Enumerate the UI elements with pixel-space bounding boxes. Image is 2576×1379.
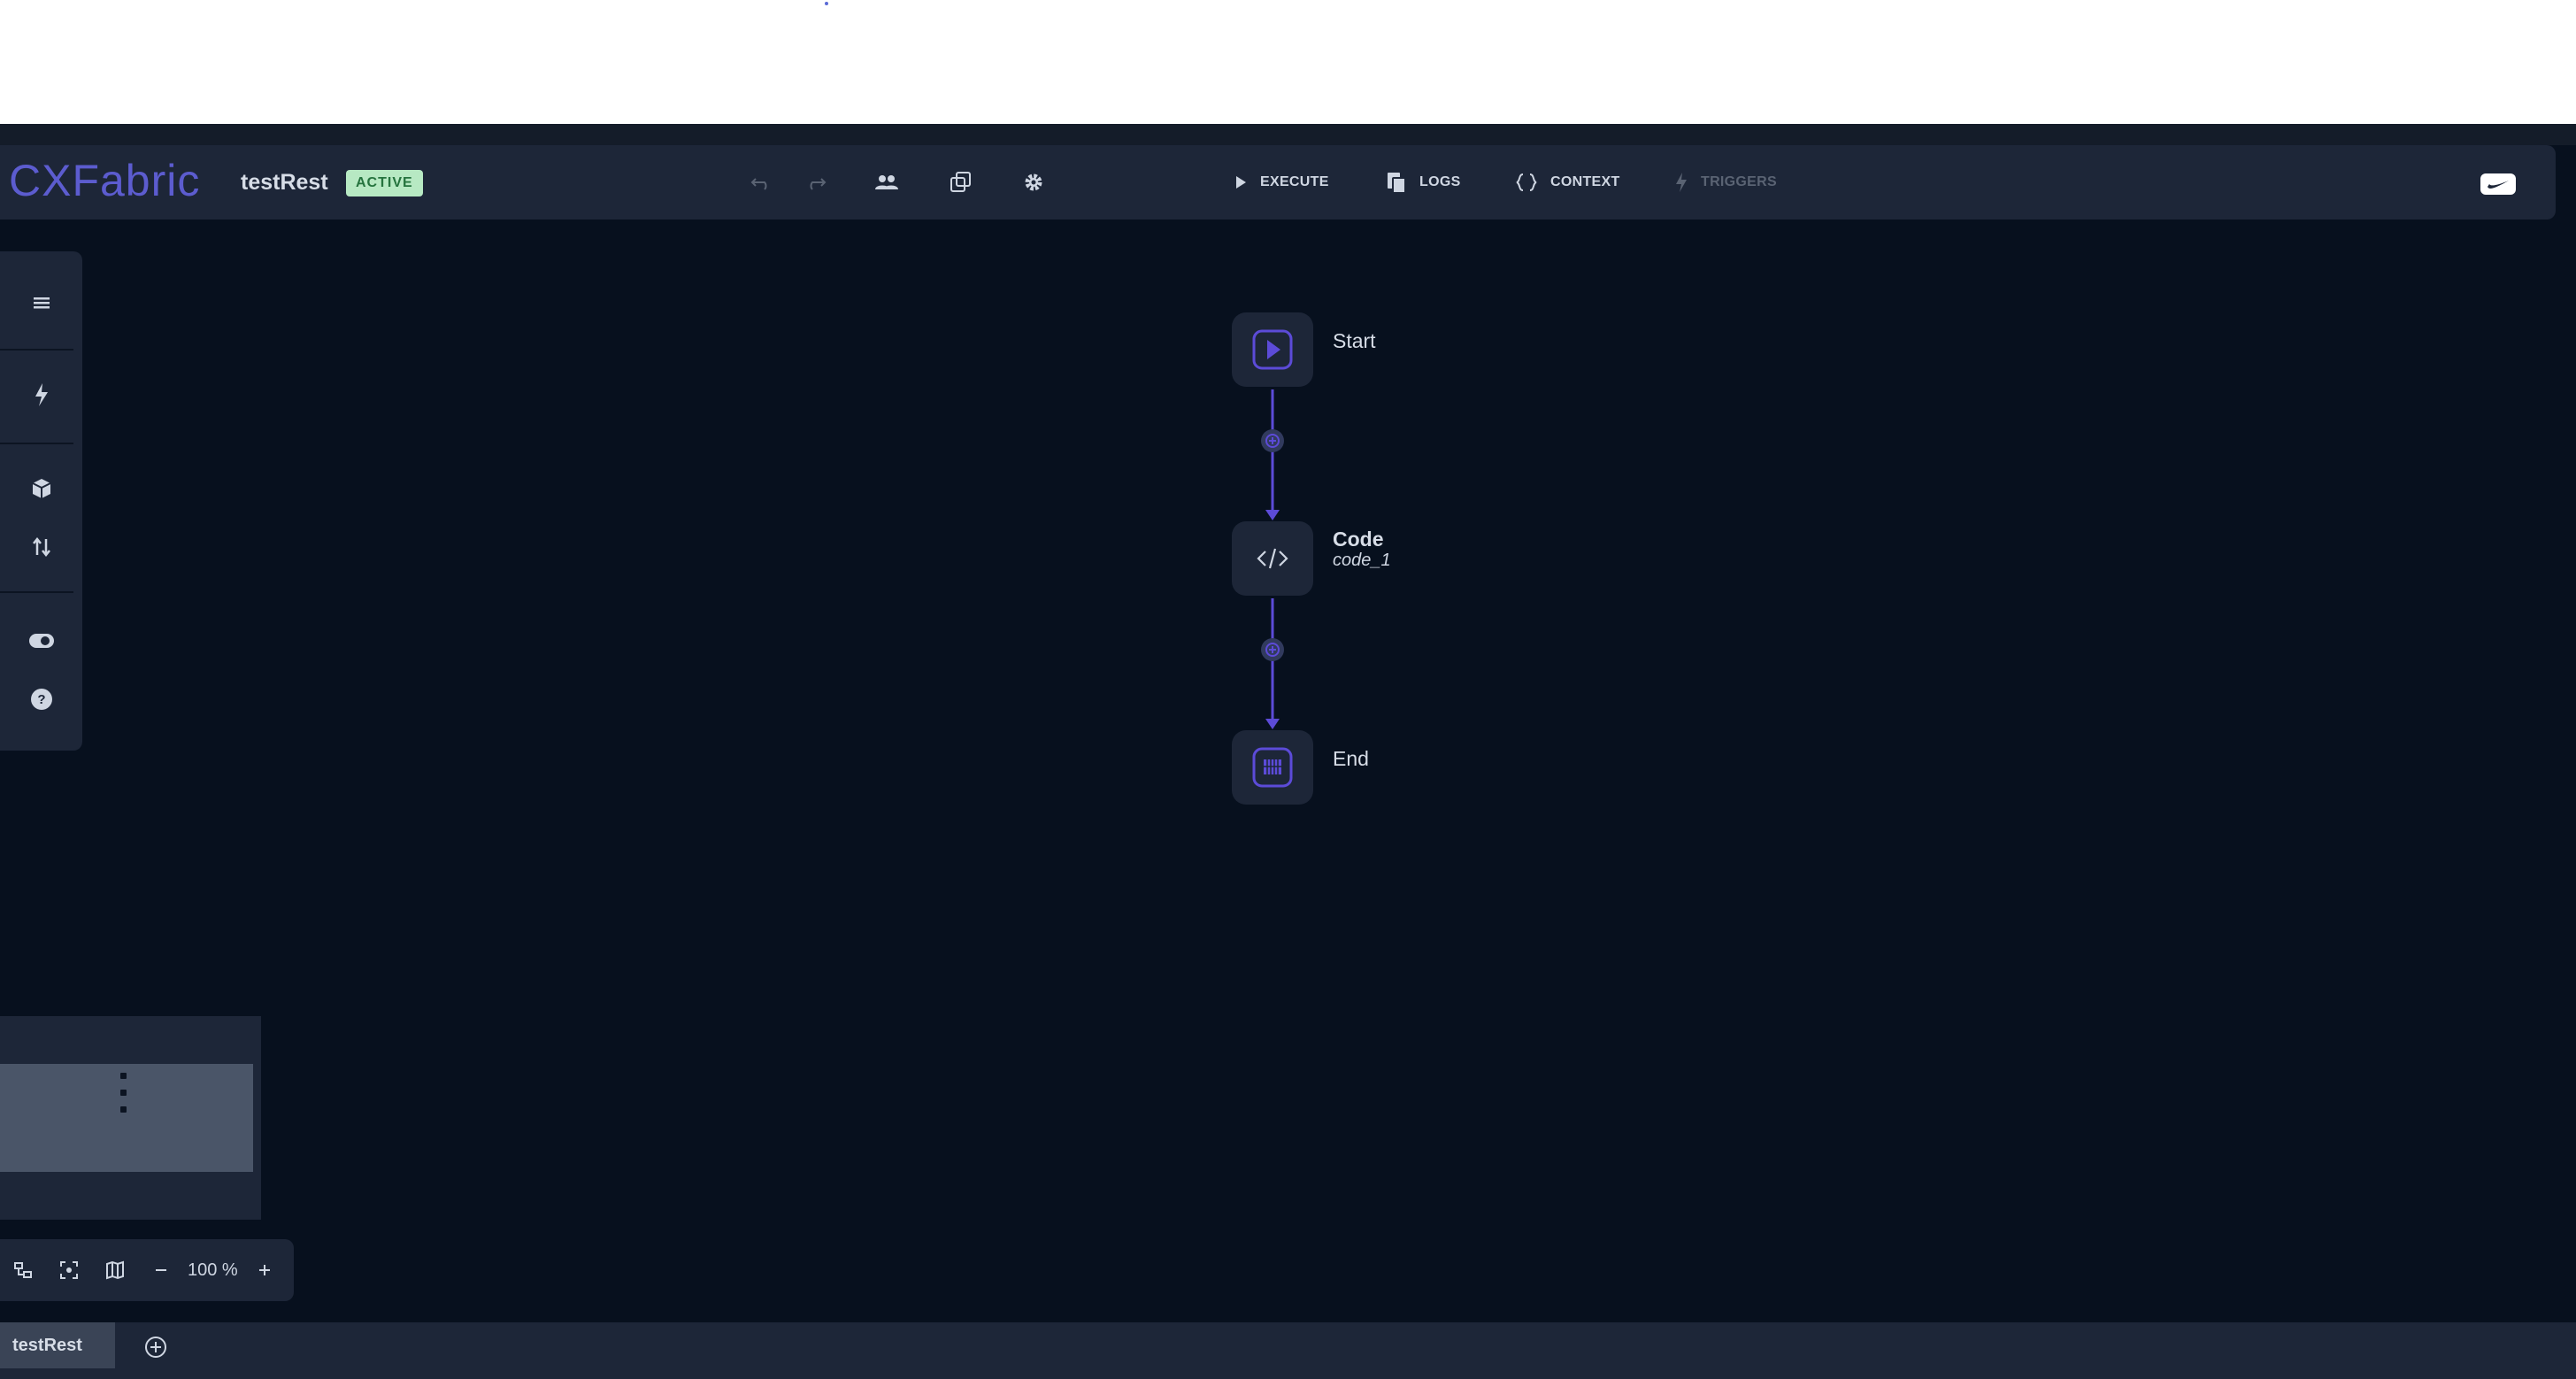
minimap-toggle-button[interactable] <box>92 1239 138 1301</box>
minimap-node <box>120 1090 127 1096</box>
add-step-button[interactable] <box>1261 638 1284 661</box>
tab-testrest[interactable]: testRest <box>0 1322 115 1368</box>
add-step-button[interactable] <box>1261 429 1284 452</box>
node-title: End <box>1333 747 1369 770</box>
start-node[interactable] <box>1232 312 1313 387</box>
node-title: Code <box>1333 528 1384 551</box>
fit-view-button[interactable] <box>46 1239 92 1301</box>
auto-layout-button[interactable] <box>0 1239 46 1301</box>
code-node[interactable] <box>1232 521 1313 596</box>
minimap[interactable] <box>0 1016 261 1220</box>
finish-flag-icon <box>1252 747 1293 788</box>
minimap-node-markers <box>120 1073 127 1123</box>
edge-start-code <box>1265 389 1280 520</box>
dot-mark <box>825 2 828 5</box>
plus-icon <box>258 1265 270 1275</box>
zoom-level: 100 % <box>188 1260 238 1280</box>
play-icon <box>1252 329 1293 370</box>
fit-screen-icon <box>60 1261 78 1279</box>
code-icon <box>1257 548 1288 569</box>
minimap-viewport[interactable] <box>0 1064 253 1172</box>
minus-icon <box>156 1269 166 1271</box>
top-blank-area <box>0 0 2576 124</box>
add-tab-button[interactable] <box>140 1331 172 1363</box>
add-circle-icon <box>145 1337 166 1358</box>
layout-icon <box>14 1262 32 1278</box>
minimap-node <box>120 1106 127 1113</box>
map-icon <box>106 1260 124 1280</box>
zoom-out-button[interactable] <box>138 1239 184 1301</box>
zoom-in-button[interactable] <box>242 1239 288 1301</box>
edge-code-end <box>1265 598 1280 729</box>
end-node[interactable] <box>1232 730 1313 805</box>
bottom-tab-bar: testRest <box>0 1322 2576 1379</box>
zoom-controls: 100 % <box>0 1239 294 1301</box>
node-title: Start <box>1333 329 1376 352</box>
node-subtitle: code_1 <box>1333 551 1391 570</box>
minimap-node <box>120 1073 127 1079</box>
app-window: CXFabric testRest ACTIVE EXECUTE LOGS CO… <box>0 124 2576 1379</box>
